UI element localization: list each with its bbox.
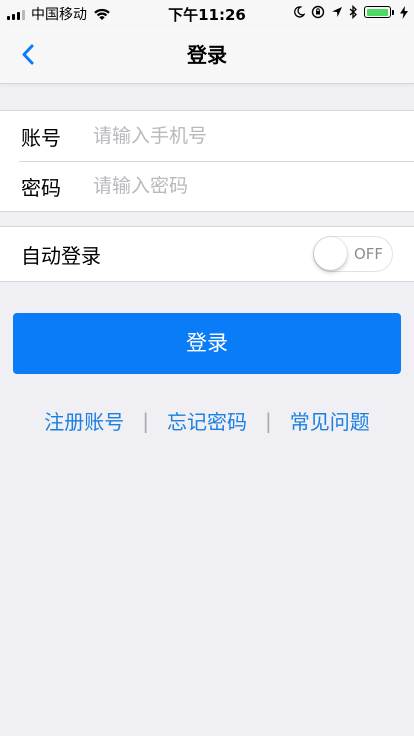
link-separator: | [142,408,149,433]
account-label: 账号 [21,125,61,150]
page-title: 登录 [187,43,227,67]
login-button[interactable]: 登录 [13,313,401,374]
credentials-group: 账号 密码 [0,110,414,212]
toggle-state-text: OFF [353,245,383,263]
rotation-lock-icon [311,5,325,19]
bluetooth-icon [349,5,357,19]
auto-login-group: 自动登录 OFF [0,226,414,282]
navigation-bar: 登录 [0,26,414,84]
charging-icon [400,5,408,19]
faq-link[interactable]: 常见问题 [290,406,370,435]
battery-icon [364,6,394,18]
password-input[interactable] [93,175,394,197]
status-right [293,5,408,19]
password-row: 密码 [0,161,414,211]
footer-links: 注册账号 | 忘记密码 | 常见问题 [0,406,414,435]
account-row: 账号 [0,111,414,161]
toggle-knob [314,237,347,270]
location-icon [332,7,342,17]
status-bar: 中国移动 下午11:26 [0,0,414,26]
link-separator: | [265,408,272,433]
moon-icon [294,6,305,18]
password-label: 密码 [21,175,61,200]
auto-login-label: 自动登录 [21,243,101,268]
auto-login-toggle[interactable]: OFF [313,236,393,272]
auto-login-row: 自动登录 OFF [0,227,414,281]
account-input[interactable] [93,125,394,147]
forgot-password-link[interactable]: 忘记密码 [167,406,247,435]
register-link[interactable]: 注册账号 [44,406,124,435]
